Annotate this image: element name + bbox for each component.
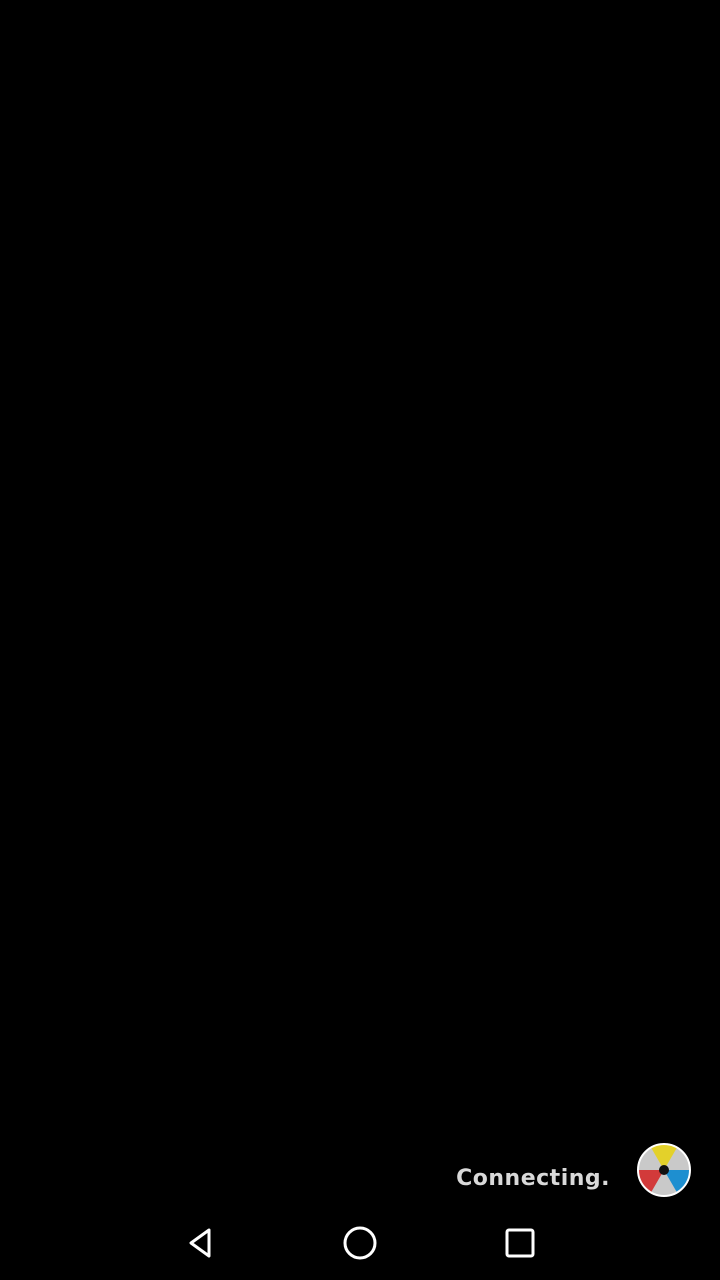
connection-status: Connecting.: [456, 1140, 692, 1200]
app-screen: Connecting.: [0, 0, 720, 1280]
home-circle-icon: [343, 1226, 377, 1260]
system-navigation-bar: [0, 1206, 720, 1280]
back-triangle-icon: [189, 1228, 211, 1258]
color-wheel-icon: [636, 1142, 692, 1198]
recents-button[interactable]: [480, 1206, 560, 1280]
connecting-label: Connecting.: [456, 1165, 610, 1191]
home-button[interactable]: [320, 1206, 400, 1280]
recents-square-icon: [505, 1228, 535, 1258]
back-button[interactable]: [160, 1206, 240, 1280]
